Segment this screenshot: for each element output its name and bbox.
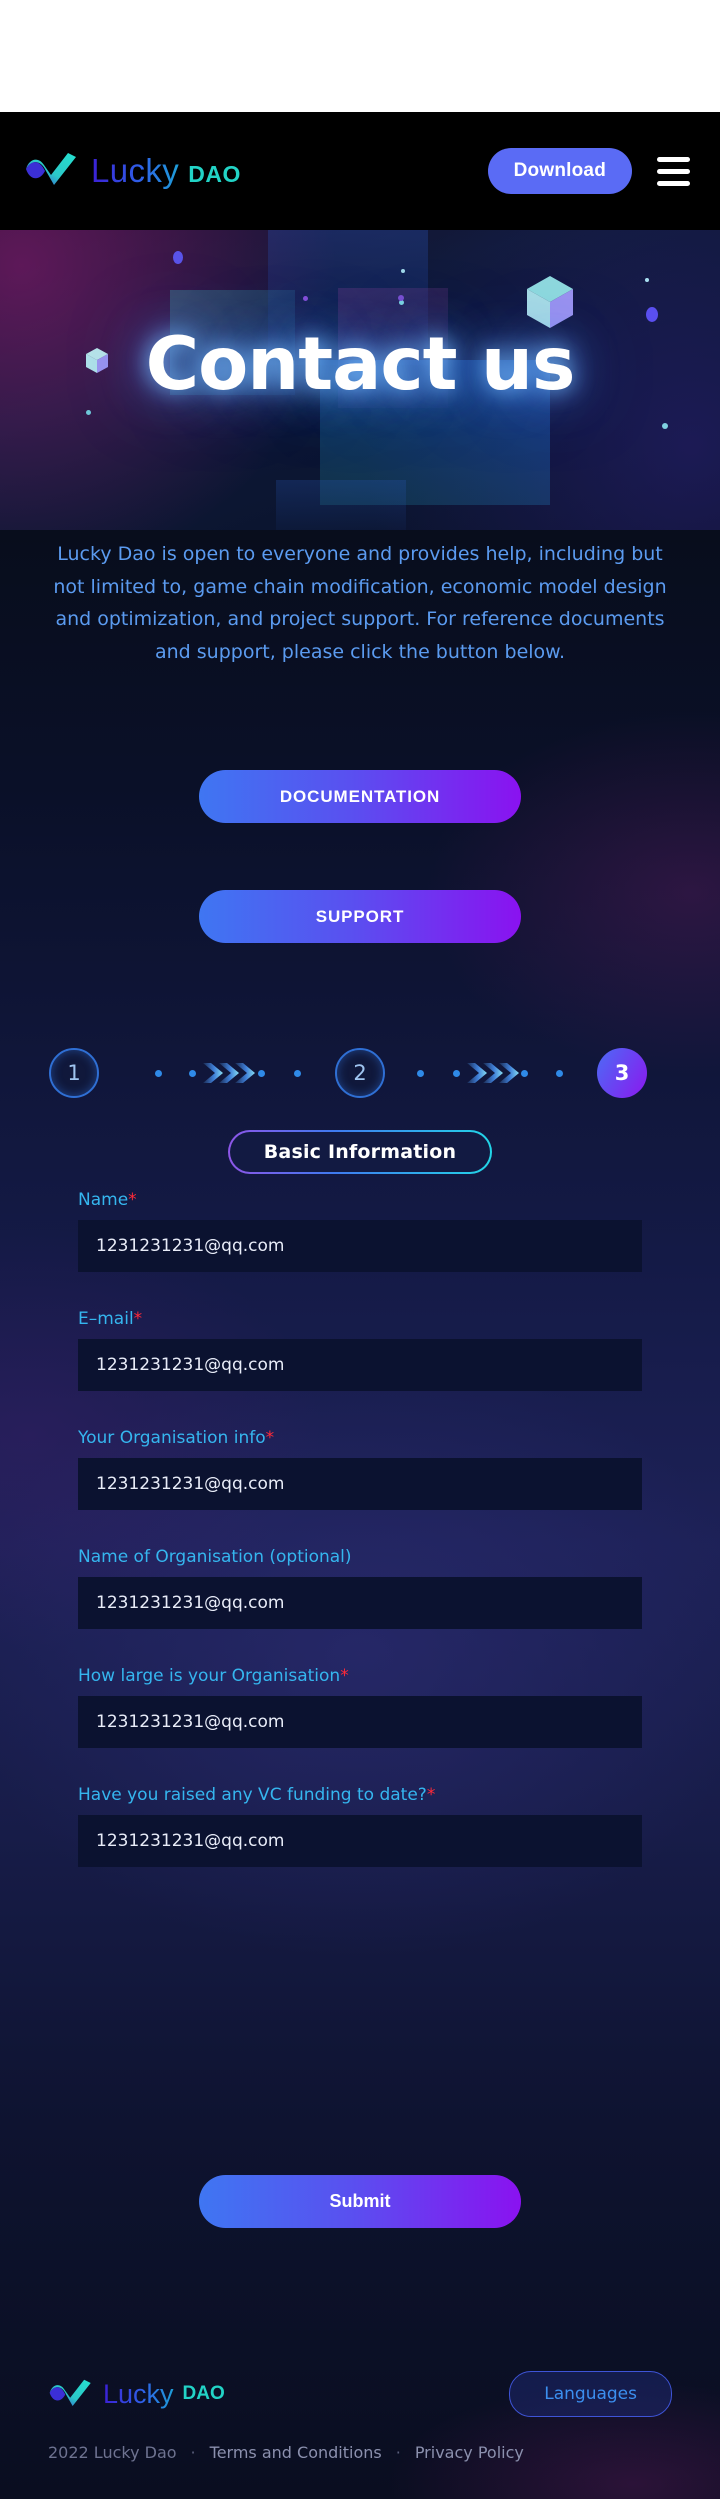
tab-basic-information[interactable]: Basic Information xyxy=(227,1130,493,1174)
vc-funding-input[interactable] xyxy=(78,1815,642,1867)
field-label: Name of Organisation (optional) xyxy=(78,1547,352,1567)
required-asterisk: * xyxy=(340,1666,349,1686)
terms-link[interactable]: Terms and Conditions xyxy=(210,2443,382,2462)
intro-description: Lucky Dao is open to everyone and provid… xyxy=(53,543,667,664)
decorative-dot xyxy=(173,251,183,264)
site-header: Lucky DAO Download xyxy=(0,112,720,230)
organisation-name-input[interactable] xyxy=(78,1577,642,1629)
hero-banner: Contact us xyxy=(0,230,720,530)
decorative-dot xyxy=(645,278,649,282)
site-footer: Lucky DAO Languages 2022 Lucky Dao · Ter… xyxy=(0,2343,720,2499)
field-label: Have you raised any VC funding to date?* xyxy=(78,1785,436,1805)
step-item-2[interactable]: 2 xyxy=(335,1048,385,1098)
checkmark-logo-icon xyxy=(49,2379,91,2406)
footer-brand-logo[interactable]: Lucky DAO xyxy=(48,2378,225,2411)
footer-top-row: Lucky DAO Languages xyxy=(48,2371,672,2417)
field-label: Name* xyxy=(78,1190,137,1210)
step-dot xyxy=(258,1070,265,1077)
required-asterisk: * xyxy=(426,1785,436,1805)
download-button[interactable]: Download xyxy=(487,148,632,194)
field-label: How large is your Organisation* xyxy=(78,1666,349,1686)
decorative-dot xyxy=(662,423,668,429)
submit-row: Submit xyxy=(0,2175,720,2228)
cube-icon xyxy=(527,276,573,328)
copyright-text: 2022 Lucky Dao xyxy=(48,2443,177,2462)
link-separator: · xyxy=(395,2443,401,2462)
form-field-email: E–mail* xyxy=(78,1309,642,1391)
chevron-arrows-icon xyxy=(467,1063,519,1083)
footer-links: 2022 Lucky Dao · Terms and Conditions · … xyxy=(48,2443,672,2462)
form-field-organisation-size: How large is your Organisation* xyxy=(78,1666,642,1748)
chevron-arrows-icon xyxy=(203,1063,255,1083)
page-root: Lucky DAO Download Contact us Lucky Dao … xyxy=(0,0,720,2499)
form-field-organisation-name: Name of Organisation (optional) xyxy=(78,1547,642,1629)
organisation-info-input[interactable] xyxy=(78,1458,642,1510)
link-separator: · xyxy=(190,2443,196,2462)
field-label: E–mail* xyxy=(78,1309,143,1329)
step-dot xyxy=(521,1070,528,1077)
decorative-dot xyxy=(646,307,658,322)
page-title: Contact us xyxy=(145,322,576,407)
step-item-3[interactable]: 3 xyxy=(597,1048,647,1098)
step-dot xyxy=(189,1070,196,1077)
name-input[interactable] xyxy=(78,1220,642,1272)
field-label: Your Organisation info* xyxy=(78,1428,275,1448)
tab-bar: Basic Information xyxy=(0,1130,720,1174)
hamburger-bar xyxy=(656,180,690,186)
required-asterisk: * xyxy=(128,1190,137,1210)
contact-form: Name* E–mail* Your Organisation info* Na… xyxy=(0,1190,720,1904)
decorative-dot xyxy=(398,295,404,301)
support-button[interactable]: SUPPORT xyxy=(199,890,521,943)
main-content: Lucky Dao is open to everyone and provid… xyxy=(0,530,720,2343)
footer-brand-name: Lucky xyxy=(103,2378,174,2409)
step-dot xyxy=(294,1070,301,1077)
hamburger-bar xyxy=(656,156,690,162)
hamburger-bar xyxy=(656,168,690,174)
step-dot xyxy=(155,1070,162,1077)
step-dot xyxy=(417,1070,424,1077)
required-asterisk: * xyxy=(265,1428,275,1448)
organisation-size-input[interactable] xyxy=(78,1696,642,1748)
step-item-1[interactable]: 1 xyxy=(49,1048,99,1098)
step-dot xyxy=(556,1070,563,1077)
brand-name: Lucky xyxy=(91,152,180,189)
privacy-link[interactable]: Privacy Policy xyxy=(415,2443,524,2462)
step-indicator: 1 2 3 xyxy=(0,1028,720,1118)
decorative-dot xyxy=(86,410,91,415)
footer-brand-suffix: DAO xyxy=(182,2383,225,2404)
step-dot xyxy=(453,1070,460,1077)
required-asterisk: * xyxy=(133,1309,143,1329)
hamburger-icon[interactable] xyxy=(650,148,696,194)
decorative-square xyxy=(276,480,406,530)
form-field-vc-funding: Have you raised any VC funding to date?* xyxy=(78,1785,642,1867)
blank-top-strip xyxy=(0,0,720,112)
form-field-organisation-info: Your Organisation info* xyxy=(78,1428,642,1510)
decorative-dot xyxy=(401,269,405,273)
checkmark-logo-icon xyxy=(26,153,76,185)
brand-suffix: DAO xyxy=(188,161,241,187)
brand-logo[interactable]: Lucky DAO xyxy=(24,151,241,191)
languages-button[interactable]: Languages xyxy=(509,2371,672,2417)
email-input[interactable] xyxy=(78,1339,642,1391)
documentation-button[interactable]: DOCUMENTATION xyxy=(199,770,521,823)
tab-label: Basic Information xyxy=(229,1132,491,1172)
decorative-dot xyxy=(303,296,308,301)
form-field-name: Name* xyxy=(78,1190,642,1272)
submit-button[interactable]: Submit xyxy=(199,2175,521,2228)
